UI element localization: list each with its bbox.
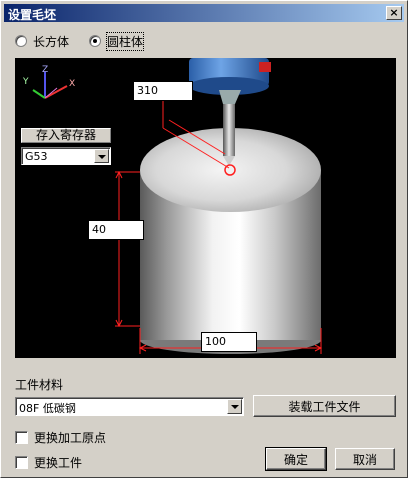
change-workpiece-box[interactable] [15, 456, 28, 469]
change-origin-checkbox[interactable]: 更换加工原点 [15, 429, 106, 446]
axis-y-label: Y [22, 77, 29, 87]
axis-indicator: Z X Y [22, 65, 75, 99]
register-label: 存入寄存器 [21, 128, 111, 143]
diameter-field[interactable]: 100 [201, 332, 257, 352]
register-value: G53 [25, 150, 48, 163]
radio-cuboid[interactable]: 长方体 [15, 33, 69, 49]
ok-button[interactable]: 确定 [265, 447, 327, 471]
preview-canvas: Z X Y [22, 58, 323, 354]
material-select[interactable]: 08F 低碳钢 [15, 397, 244, 416]
radio-cylinder[interactable]: 圆柱体 [89, 31, 145, 51]
change-origin-box[interactable] [15, 431, 28, 444]
change-workpiece-label: 更换工件 [34, 456, 83, 470]
z-offset-field[interactable]: 310 [133, 81, 193, 101]
axis-z-label: Z [42, 65, 48, 75]
radio-cuboid-label: 长方体 [33, 34, 70, 49]
radio-cuboid-circle[interactable] [15, 35, 27, 47]
change-origin-label: 更换加工原点 [34, 431, 107, 445]
close-icon: × [389, 6, 399, 19]
cancel-button[interactable]: 取消 [335, 448, 395, 470]
register-select[interactable]: G53 [21, 147, 111, 165]
z-offset-value: 310 [137, 84, 158, 97]
height-value: 40 [92, 223, 106, 236]
close-button[interactable]: × [386, 6, 402, 20]
register-dropdown-icon[interactable] [94, 149, 109, 163]
window-title: 设置毛坯 [8, 8, 57, 22]
diameter-value: 100 [205, 335, 226, 348]
load-workpiece-file-label: 装载工件文件 [288, 399, 361, 414]
ok-button-label: 确定 [283, 452, 308, 467]
material-dropdown-icon[interactable] [227, 399, 242, 414]
material-label: 工件材料 [15, 378, 64, 392]
change-workpiece-checkbox[interactable]: 更换工件 [15, 454, 82, 471]
title-bar[interactable]: 设置毛坯 × [4, 4, 404, 22]
cancel-button-label: 取消 [352, 452, 377, 467]
radio-cylinder-label: 圆柱体 [105, 31, 145, 51]
axis-x-label: X [69, 79, 75, 89]
load-workpiece-file-button[interactable]: 装载工件文件 [253, 395, 396, 417]
material-value: 08F 低碳钢 [19, 402, 76, 415]
radio-cylinder-circle[interactable] [89, 35, 101, 47]
blank-preview-viewport: Z X Y 310 40 100 存入寄存器 G53 [15, 58, 396, 358]
height-field[interactable]: 40 [88, 220, 144, 240]
dialog-window: 设置毛坯 × 长方体 圆柱体 Z X Y 310 40 100 存入寄存器 G5… [0, 0, 408, 478]
